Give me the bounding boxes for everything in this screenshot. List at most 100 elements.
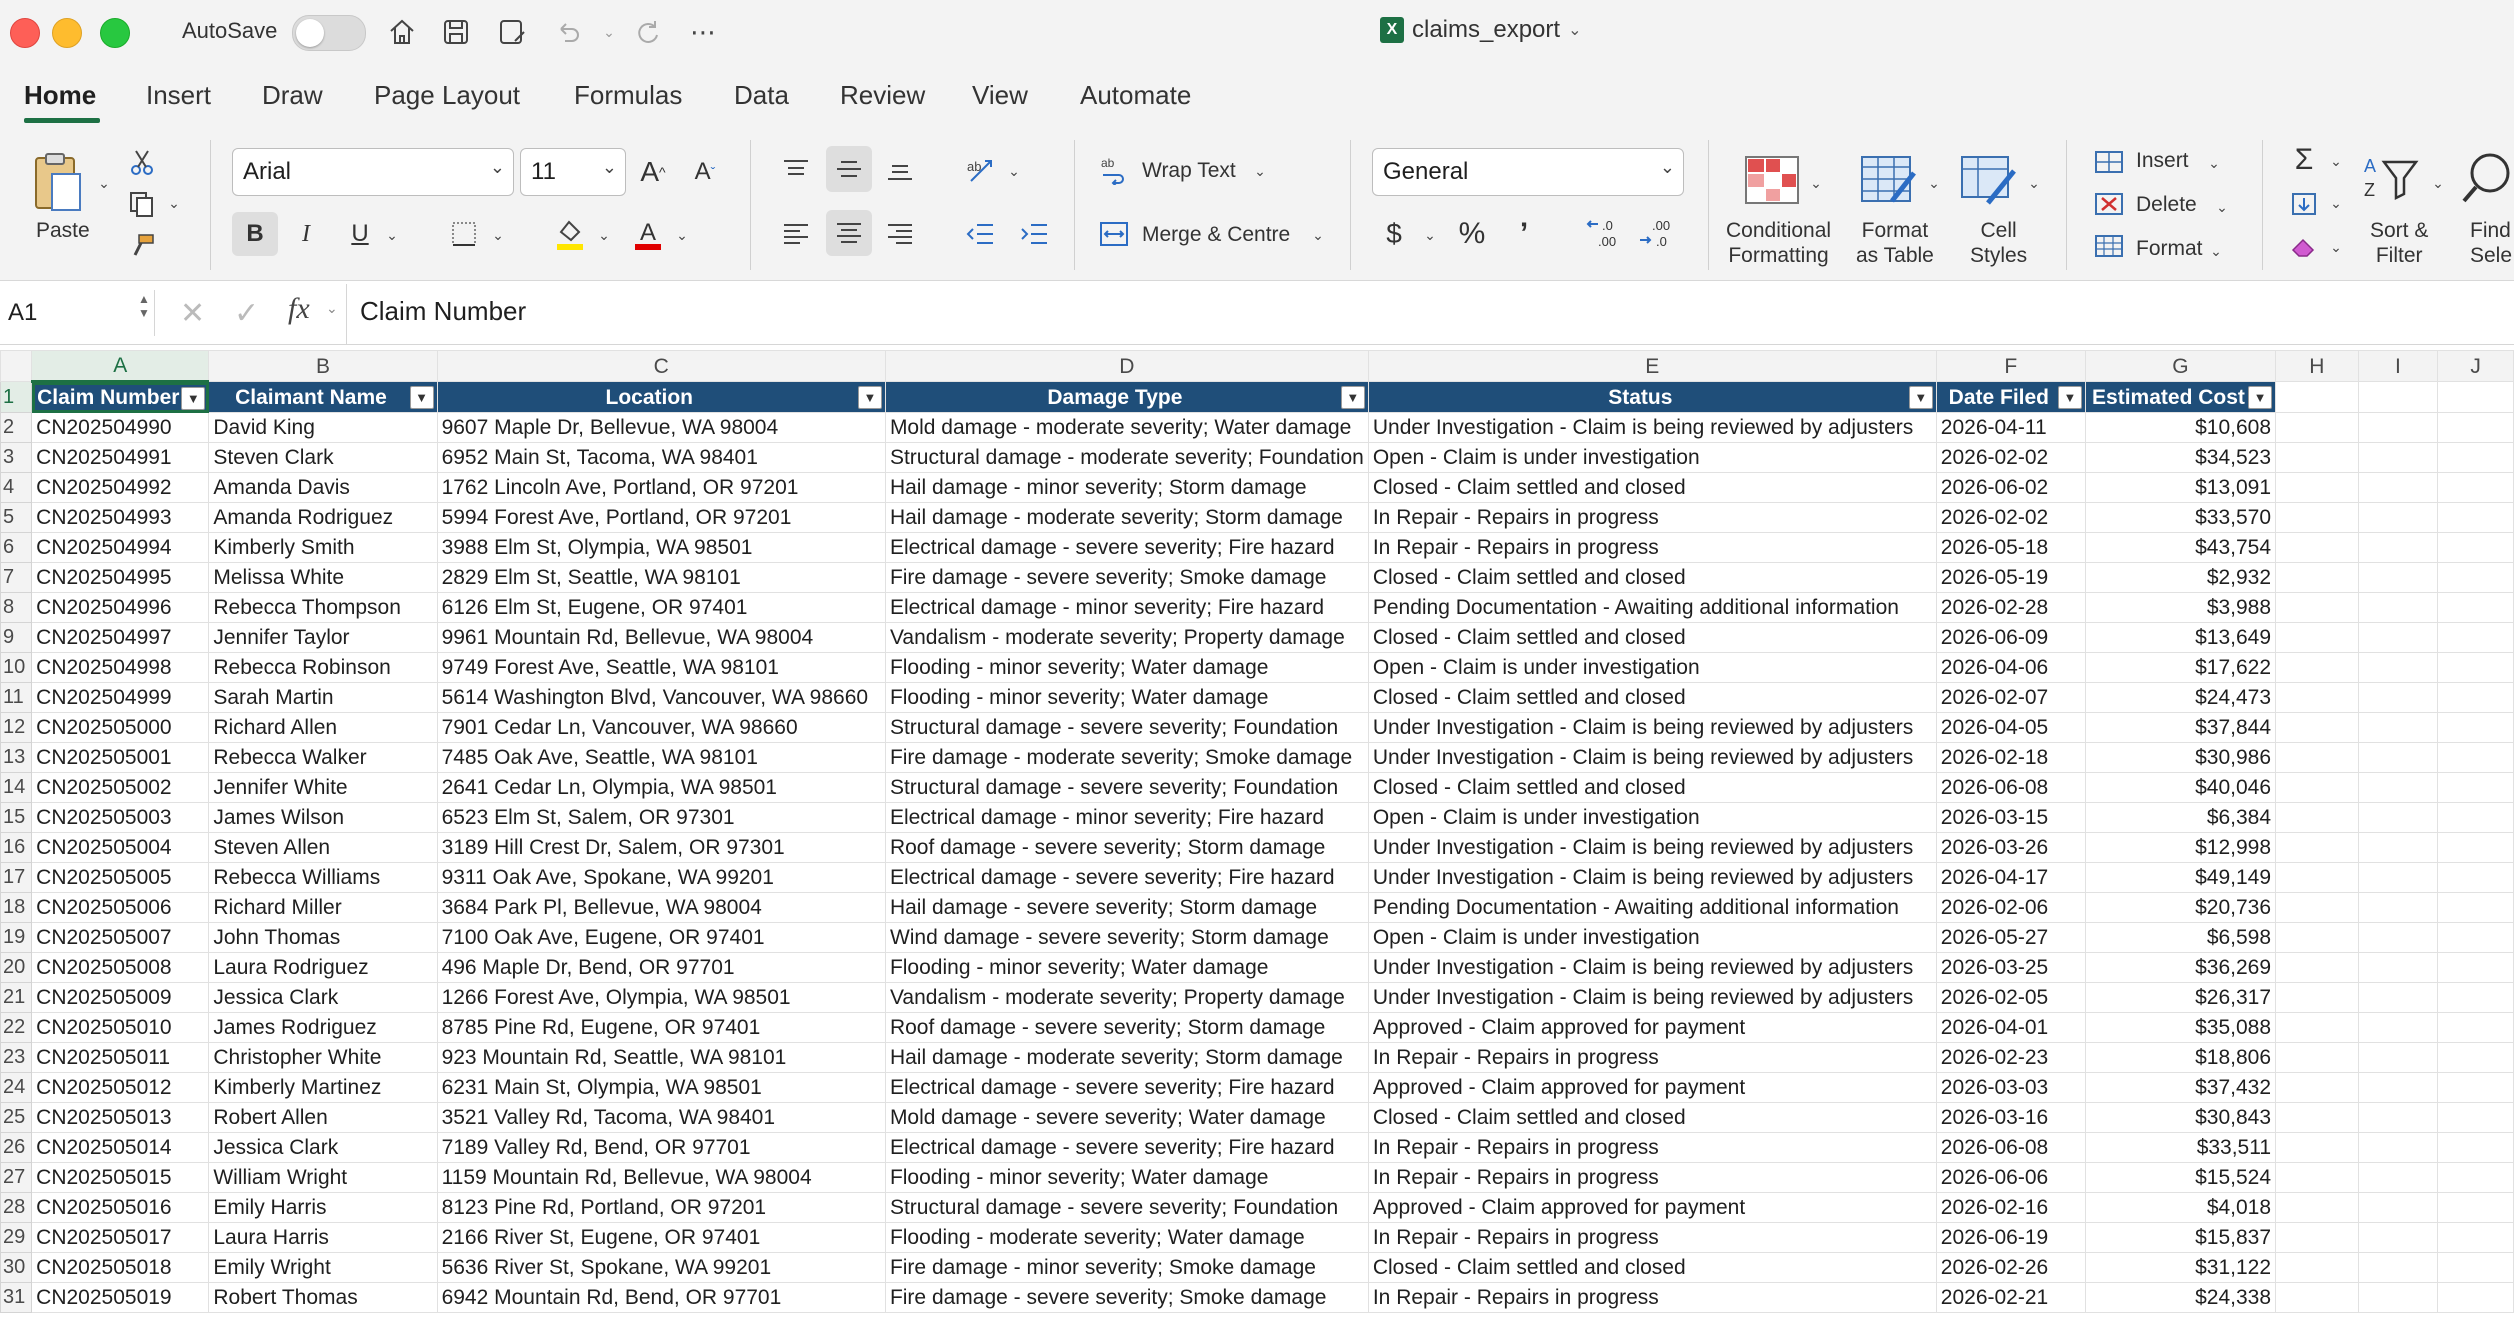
delete-cells-chevron-icon[interactable]: ⌄: [2212, 194, 2232, 220]
table-cell[interactable]: 2026-03-03: [1935, 1072, 2086, 1103]
table-cell[interactable]: Under Investigation - Claim is being rev…: [1367, 982, 1937, 1013]
autosum-icon[interactable]: Σ: [2284, 142, 2324, 178]
table-cell[interactable]: Under Investigation - Claim is being rev…: [1367, 412, 1937, 443]
filter-dropdown-icon[interactable]: ▼: [1340, 386, 1365, 409]
table-cell[interactable]: $37,432: [2084, 1072, 2277, 1103]
table-cell[interactable]: Richard Allen: [208, 712, 438, 743]
row-header[interactable]: 7: [0, 562, 33, 593]
table-cell[interactable]: James Rodriguez: [208, 1012, 438, 1043]
number-format-select[interactable]: General ⌄: [1372, 148, 1684, 196]
empty-cell[interactable]: [2275, 952, 2359, 983]
table-cell[interactable]: Jessica Clark: [208, 1132, 438, 1163]
increase-font-size-icon[interactable]: A ^: [634, 152, 672, 192]
table-cell[interactable]: Fire damage - severe severity; Smoke dam…: [884, 562, 1369, 593]
table-cell[interactable]: In Repair - Repairs in progress: [1367, 1162, 1937, 1193]
find-select-search-icon[interactable]: [2460, 148, 2514, 208]
fill-chevron-icon[interactable]: ⌄: [2326, 190, 2346, 216]
table-cell[interactable]: In Repair - Repairs in progress: [1367, 502, 1937, 533]
table-header-cell[interactable]: Damage Type ▼: [884, 381, 1369, 413]
table-cell[interactable]: CN202505003: [31, 802, 210, 833]
empty-cell[interactable]: [2437, 412, 2514, 443]
table-cell[interactable]: CN202505018: [31, 1252, 210, 1283]
format-as-table-icon[interactable]: [1856, 150, 1920, 210]
table-cell[interactable]: 8123 Pine Rd, Portland, OR 97201: [436, 1192, 886, 1223]
table-cell[interactable]: James Wilson: [208, 802, 438, 833]
table-cell[interactable]: Wind damage - severe severity; Storm dam…: [884, 922, 1369, 953]
row-header[interactable]: 16: [0, 832, 33, 863]
row-header[interactable]: 24: [0, 1072, 33, 1103]
column-header-h[interactable]: H: [2275, 350, 2359, 382]
empty-cell[interactable]: [2357, 442, 2439, 473]
empty-cell[interactable]: [2357, 652, 2439, 683]
copy-icon[interactable]: [124, 186, 160, 222]
table-cell[interactable]: CN202505007: [31, 922, 210, 953]
empty-cell[interactable]: [2275, 1192, 2359, 1223]
font-size-select[interactable]: 11 ⌄: [520, 148, 626, 196]
text-orientation-icon[interactable]: ab: [960, 150, 1000, 190]
formula-input[interactable]: Claim Number: [360, 296, 526, 327]
fill-color-dropdown-chevron-icon[interactable]: ⌄: [594, 222, 614, 248]
table-cell[interactable]: 2026-02-02: [1935, 502, 2086, 533]
table-cell[interactable]: 7100 Oak Ave, Eugene, OR 97401: [436, 922, 886, 953]
table-cell[interactable]: Flooding - minor severity; Water damage: [884, 1162, 1369, 1193]
empty-cell[interactable]: [2357, 922, 2439, 953]
zoom-window-button[interactable]: [100, 18, 130, 48]
table-header-cell[interactable]: Estimated Cost ▼: [2084, 381, 2277, 413]
table-cell[interactable]: CN202504995: [31, 562, 210, 593]
paste-button[interactable]: Paste: [36, 218, 90, 243]
row-header[interactable]: 9: [0, 622, 33, 653]
empty-cell[interactable]: [2357, 1102, 2439, 1133]
table-cell[interactable]: CN202505017: [31, 1222, 210, 1253]
table-cell[interactable]: Pending Documentation - Awaiting additio…: [1367, 892, 1937, 923]
table-cell[interactable]: CN202505005: [31, 862, 210, 893]
row-header[interactable]: 3: [0, 442, 33, 473]
empty-cell[interactable]: [2357, 742, 2439, 773]
table-cell[interactable]: CN202505015: [31, 1162, 210, 1193]
column-header-c[interactable]: C: [436, 350, 886, 382]
sort-filter-button[interactable]: Sort & Filter: [2370, 218, 2428, 268]
table-cell[interactable]: Structural damage - severe severity; Fou…: [884, 1192, 1369, 1223]
empty-cell[interactable]: [2275, 862, 2359, 893]
table-cell[interactable]: $35,088: [2084, 1012, 2277, 1043]
empty-cell[interactable]: [2275, 502, 2359, 533]
name-box[interactable]: A1: [0, 290, 155, 336]
empty-cell[interactable]: [2275, 742, 2359, 773]
home-icon[interactable]: [384, 14, 420, 50]
table-cell[interactable]: 2026-06-09: [1935, 622, 2086, 653]
empty-cell[interactable]: [2275, 1252, 2359, 1283]
table-cell[interactable]: Steven Clark: [208, 442, 438, 473]
table-cell[interactable]: Flooding - moderate severity; Water dama…: [884, 1222, 1369, 1253]
tab-insert[interactable]: Insert: [146, 80, 211, 111]
table-cell[interactable]: In Repair - Repairs in progress: [1367, 532, 1937, 563]
empty-cell[interactable]: [2275, 1102, 2359, 1133]
cut-scissors-icon[interactable]: [124, 144, 160, 180]
table-cell[interactable]: 2026-02-05: [1935, 982, 2086, 1013]
table-cell[interactable]: Approved - Claim approved for payment: [1367, 1072, 1937, 1103]
empty-cell[interactable]: [2437, 802, 2514, 833]
table-cell[interactable]: Melissa White: [208, 562, 438, 593]
empty-cell[interactable]: [2275, 1132, 2359, 1163]
table-cell[interactable]: $34,523: [2084, 442, 2277, 473]
row-header[interactable]: 19: [0, 922, 33, 953]
conditional-formatting-button[interactable]: Conditional Formatting: [1726, 218, 1831, 268]
empty-cell[interactable]: [2437, 1072, 2514, 1103]
empty-cell[interactable]: [2357, 1042, 2439, 1073]
table-cell[interactable]: CN202505009: [31, 982, 210, 1013]
table-cell[interactable]: 2026-02-28: [1935, 592, 2086, 623]
table-cell[interactable]: CN202504991: [31, 442, 210, 473]
row-header[interactable]: 17: [0, 862, 33, 893]
comma-style-icon[interactable]: ’: [1506, 214, 1542, 254]
empty-cell[interactable]: [2437, 502, 2514, 533]
row-header[interactable]: 23: [0, 1042, 33, 1073]
empty-cell[interactable]: [2357, 1192, 2439, 1223]
align-right-icon[interactable]: [880, 214, 920, 254]
table-cell[interactable]: Electrical damage - minor severity; Fire…: [884, 802, 1369, 833]
table-cell[interactable]: Robert Thomas: [208, 1282, 438, 1313]
table-cell[interactable]: 2026-04-01: [1935, 1012, 2086, 1043]
empty-cell[interactable]: [2437, 532, 2514, 563]
empty-cell[interactable]: [2437, 952, 2514, 983]
empty-cell[interactable]: [2275, 712, 2359, 743]
table-cell[interactable]: 2026-02-06: [1935, 892, 2086, 923]
table-cell[interactable]: 2026-04-17: [1935, 862, 2086, 893]
filter-dropdown-icon[interactable]: ▼: [181, 387, 206, 410]
